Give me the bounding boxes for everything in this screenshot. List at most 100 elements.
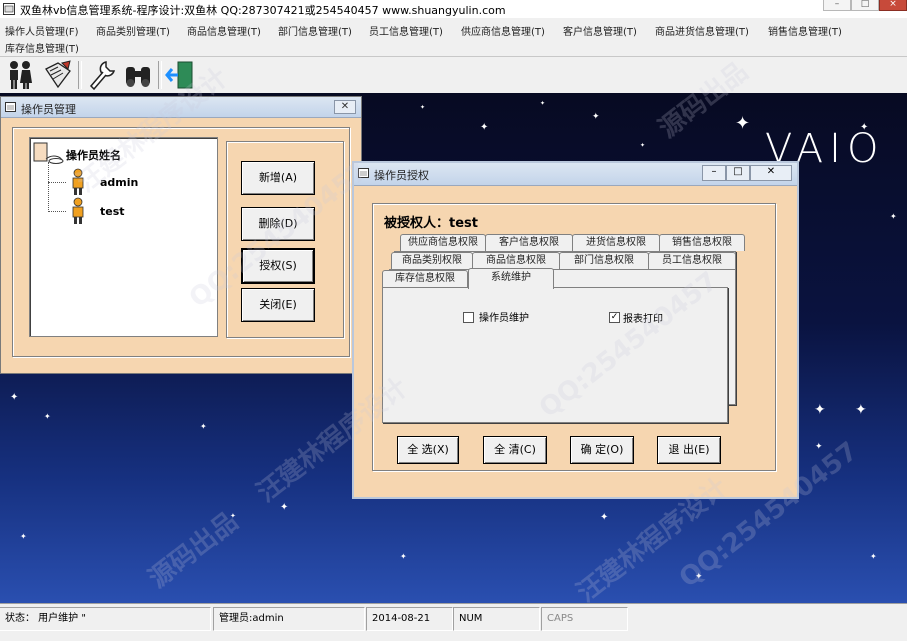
grantee-line: 被授权人：test (384, 212, 478, 231)
menu-product[interactable]: 商品信息管理(T) (187, 23, 261, 38)
users-icon[interactable] (4, 59, 36, 91)
menu-sales[interactable]: 销售信息管理(T) (768, 23, 842, 38)
exit-button[interactable]: 退 出(E) (657, 436, 721, 464)
tab-sales-perm[interactable]: 销售信息权限 (659, 234, 745, 251)
window-icon (5, 102, 16, 112)
minimize-button[interactable]: – (823, 0, 851, 11)
edit-icon[interactable] (42, 59, 74, 91)
auth-window-title: 操作员授权 (374, 169, 429, 182)
maximize-button[interactable]: □ (851, 0, 879, 11)
star: ✦ (540, 100, 546, 107)
menu-category[interactable]: 商品类别管理(T) (96, 23, 170, 38)
tab-customer-perm[interactable]: 客户信息权限 (485, 234, 573, 251)
user-icon (72, 168, 84, 195)
close-button[interactable]: × (879, 0, 907, 11)
toolbar (0, 56, 907, 94)
app-icon (3, 3, 15, 15)
exit-icon[interactable] (164, 59, 196, 91)
tab-category-perm[interactable]: 商品类别权限 (391, 252, 473, 269)
checkbox-operator-maint[interactable] (463, 312, 474, 323)
user-icon (72, 197, 84, 224)
auth-close-button[interactable]: ✕ (750, 165, 792, 181)
app-title-bar: 双鱼林vb信息管理系统-程序设计:双鱼林 QQ:287307421或254540… (0, 0, 907, 18)
tab-employee-perm[interactable]: 员工信息权限 (648, 252, 736, 269)
star: ✦ (735, 113, 751, 134)
star: ✦ (20, 532, 27, 541)
close-window-button[interactable]: 关闭(E) (241, 288, 315, 322)
star: ✦ (592, 112, 600, 122)
star: ✦ (280, 502, 289, 513)
auth-window: 操作员授权 – □ ✕ 被授权人：test 供应商信息权限 客户信息权限 进货信… (352, 161, 799, 499)
tab-purchase-perm[interactable]: 进货信息权限 (572, 234, 660, 251)
star: ✦ (860, 122, 869, 133)
tab-department-perm[interactable]: 部门信息权限 (559, 252, 649, 269)
tab-page-system: 操作员维护 ✓ 报表打印 (382, 287, 728, 423)
star: ✦ (230, 512, 236, 520)
tab-stock-perm[interactable]: 库存信息权限 (382, 270, 468, 287)
checkbox-report-print-label: 报表打印 (623, 314, 663, 325)
star: ✦ (400, 552, 407, 561)
menu-supplier[interactable]: 供应商信息管理(T) (461, 23, 545, 38)
tab-system-maint[interactable]: 系统维护 (468, 268, 554, 289)
checkbox-report-print[interactable]: ✓ (609, 312, 620, 323)
tree-user-test[interactable]: test (100, 205, 125, 218)
tree-line (48, 211, 66, 212)
app-title: 双鱼林vb信息管理系统-程序设计:双鱼林 QQ:287307421或254540… (20, 4, 506, 17)
star: ✦ (10, 392, 19, 403)
tree-line (48, 182, 66, 183)
status-state: 状态： 用户维护 " (0, 607, 211, 631)
toolbar-separator (78, 61, 82, 89)
status-caps: CAPS (541, 607, 628, 631)
tree-line (48, 162, 49, 212)
tab-supplier-perm[interactable]: 供应商信息权限 (400, 234, 486, 251)
add-button[interactable]: 新增(A) (241, 161, 315, 195)
star: ✦ (814, 402, 826, 418)
operator-window: 操作员管理 ✕ 操作员姓名 admin test 新增(A) 删除(D) 授权(… (0, 96, 362, 374)
status-num: NUM (453, 607, 540, 631)
ok-button[interactable]: 确 定(O) (570, 436, 634, 464)
menu-department[interactable]: 部门信息管理(T) (278, 23, 352, 38)
menu-bar: 操作人员管理(F) 商品类别管理(T) 商品信息管理(T) 部门信息管理(T) … (0, 18, 907, 56)
grantee-label: 被授权人： (384, 216, 450, 231)
clear-all-button[interactable]: 全 清(C) (483, 436, 547, 464)
star: ✦ (870, 552, 877, 561)
delete-button[interactable]: 删除(D) (241, 207, 315, 241)
binoculars-icon[interactable] (122, 59, 154, 91)
window-icon (358, 168, 369, 178)
computer-icon (33, 142, 64, 164)
wrench-icon[interactable] (86, 59, 118, 91)
star: ✦ (420, 104, 426, 111)
auth-maximize-button[interactable]: □ (726, 165, 750, 181)
star: ✦ (695, 572, 703, 582)
operator-window-title: 操作员管理 (21, 103, 76, 116)
star: ✦ (640, 142, 646, 149)
menu-stock[interactable]: 库存信息管理(T) (5, 40, 79, 55)
auth-minimize-button[interactable]: – (702, 165, 726, 181)
status-bar: 状态： 用户维护 " 管理员:admin 2014-08-21 NUM CAPS (0, 603, 907, 641)
tree-user-admin[interactable]: admin (100, 176, 138, 189)
menu-purchase[interactable]: 商品进货信息管理(T) (655, 23, 749, 38)
star: ✦ (200, 422, 207, 431)
operator-window-close-button[interactable]: ✕ (334, 100, 356, 114)
toolbar-separator (158, 61, 162, 89)
authorize-button[interactable]: 授权(S) (241, 248, 315, 284)
status-admin: 管理员:admin (213, 607, 365, 631)
status-date: 2014-08-21 (366, 607, 453, 631)
operator-tree[interactable]: 操作员姓名 admin test (29, 137, 218, 337)
select-all-button[interactable]: 全 选(X) (397, 436, 459, 464)
star: ✦ (855, 402, 867, 418)
tree-root-label: 操作员姓名 (66, 149, 121, 162)
menu-employee[interactable]: 员工信息管理(T) (369, 23, 443, 38)
tab-product-perm[interactable]: 商品信息权限 (472, 252, 560, 269)
auth-window-titlebar: 操作员授权 – □ ✕ (354, 163, 797, 186)
star: ✦ (44, 412, 51, 421)
operator-window-titlebar: 操作员管理 ✕ (1, 97, 361, 118)
star: ✦ (815, 442, 823, 452)
star: ✦ (480, 122, 489, 133)
grantee-name: test (449, 216, 478, 231)
star: ✦ (890, 212, 897, 221)
menu-operator[interactable]: 操作人员管理(F) (5, 23, 79, 38)
menu-customer[interactable]: 客户信息管理(T) (563, 23, 637, 38)
star: ✦ (600, 512, 609, 523)
checkbox-operator-maint-label: 操作员维护 (479, 313, 529, 324)
